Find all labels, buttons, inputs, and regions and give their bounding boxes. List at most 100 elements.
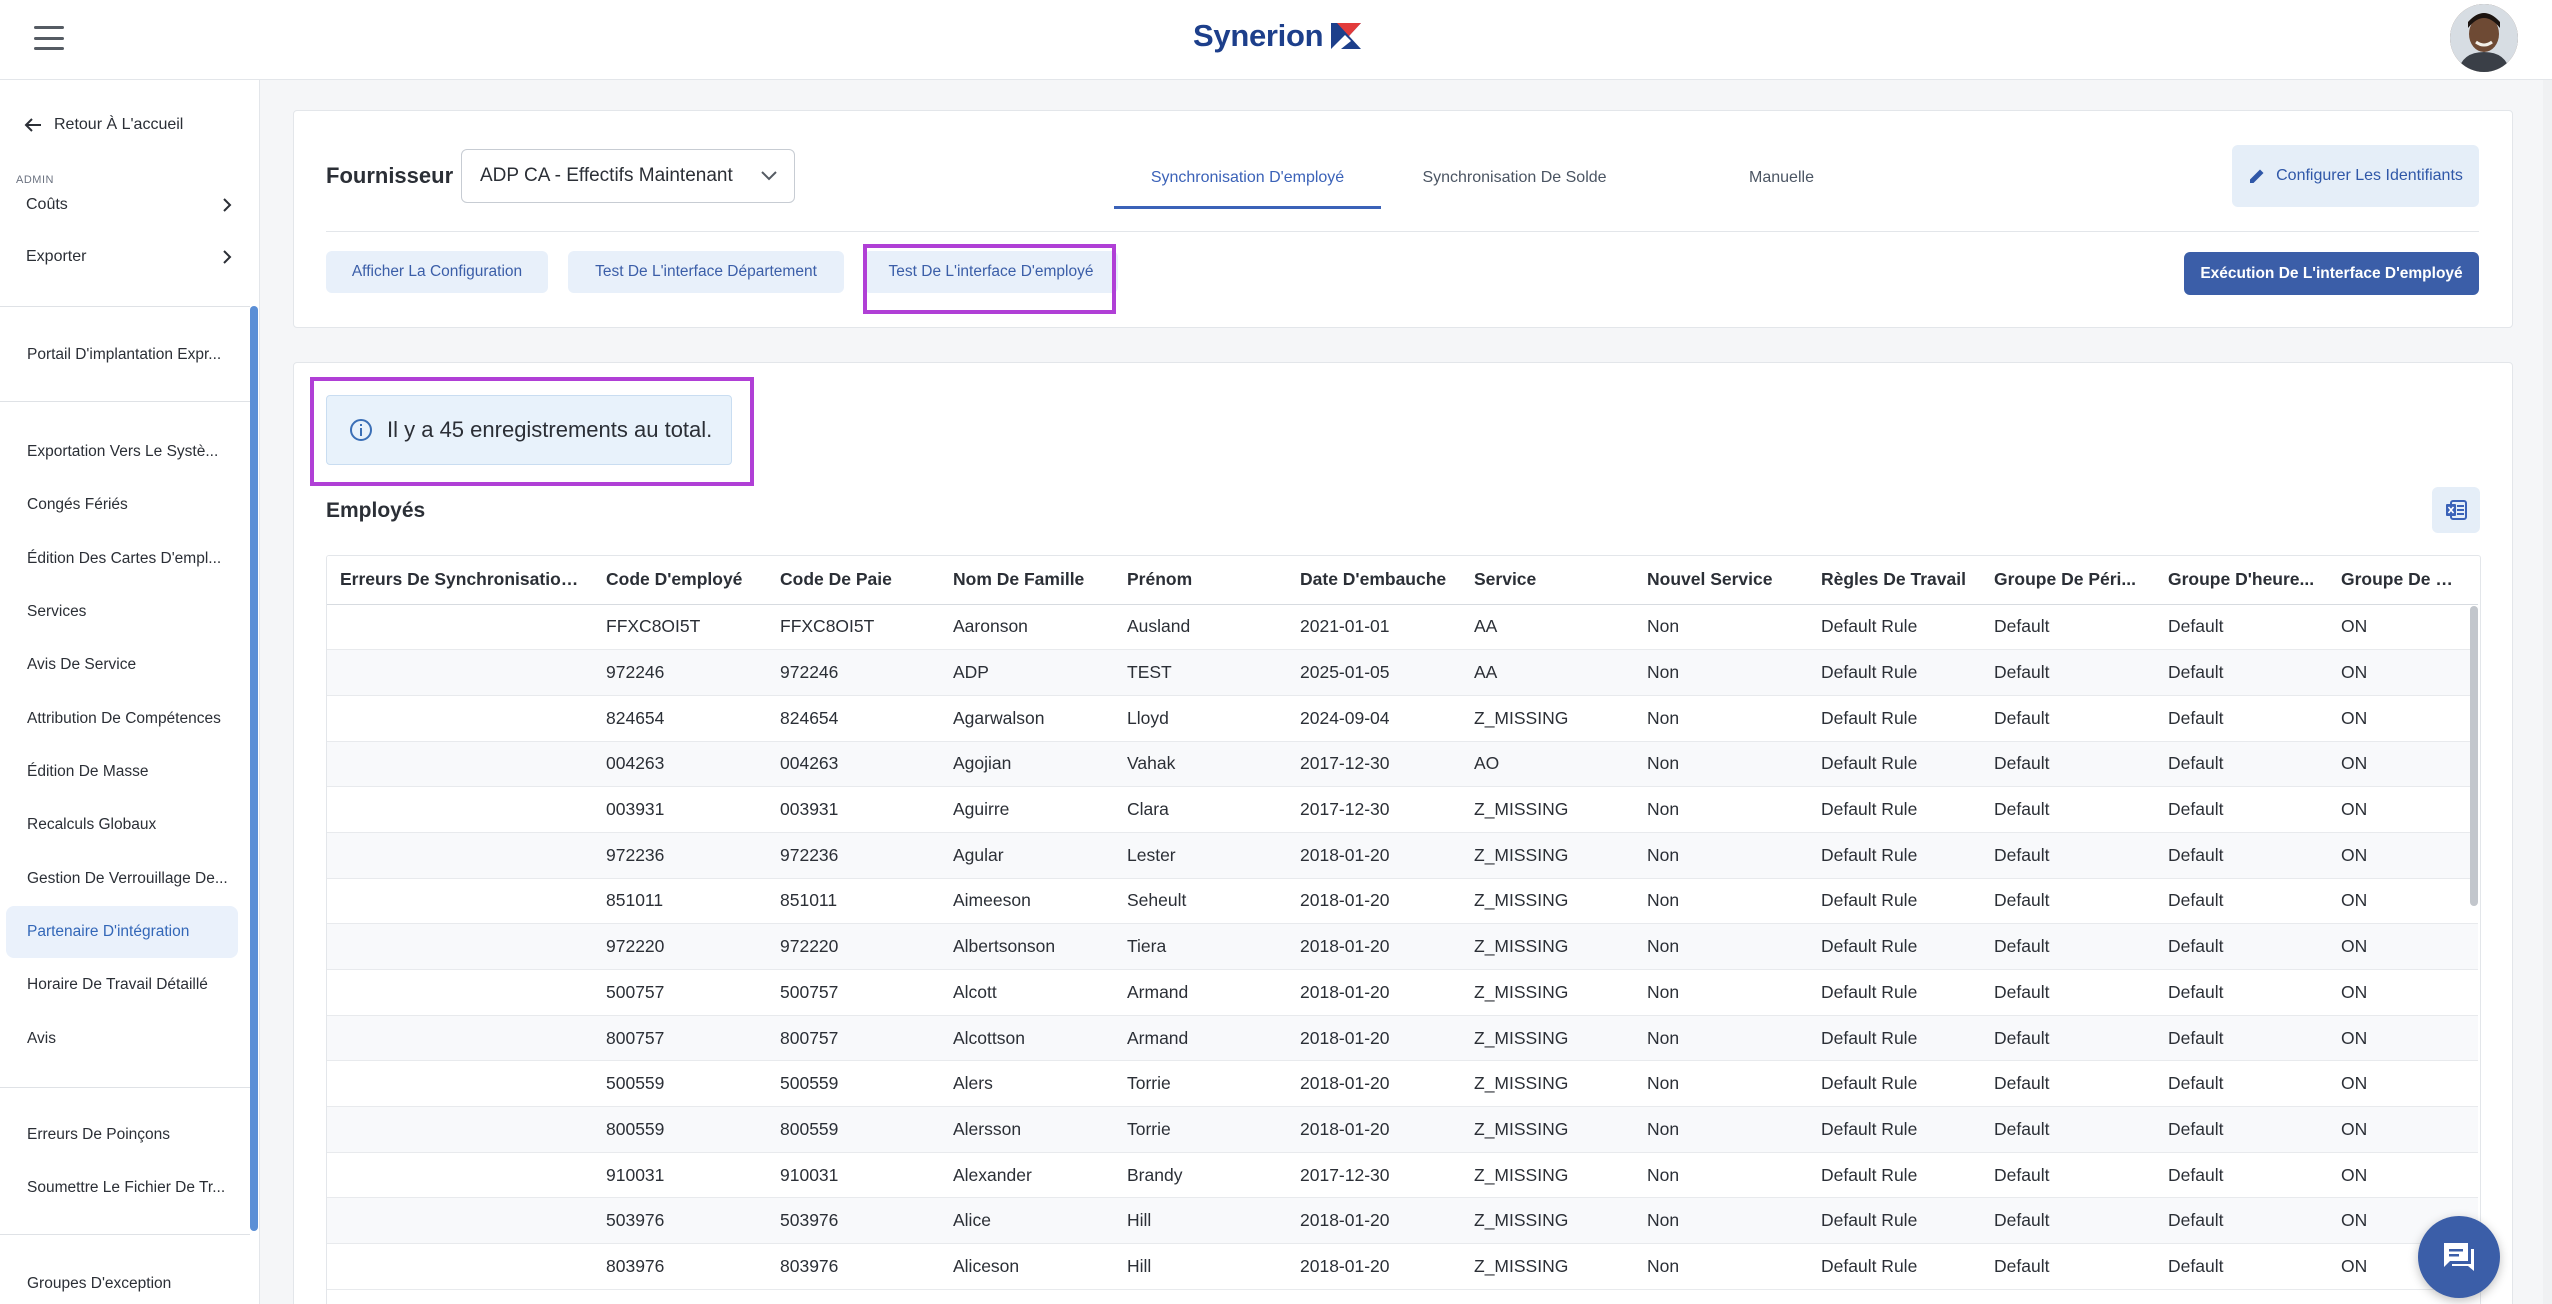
table-cell: Default Rule xyxy=(1808,832,1981,879)
export-excel-button[interactable] xyxy=(2432,487,2480,533)
column-header[interactable]: Service xyxy=(1461,556,1634,605)
tab-employee-sync[interactable]: Synchronisation D'employé xyxy=(1114,147,1381,209)
table-cell: Default Rule xyxy=(1808,741,1981,788)
table-cell: Seheult xyxy=(1114,878,1287,925)
column-header[interactable]: Code De Paie xyxy=(767,556,940,605)
table-row[interactable]: 500559 500559 Alers Torrie 2018-01-20 Z_MISSI… xyxy=(327,1060,2478,1108)
back-home-link[interactable]: Retour À L'accueil xyxy=(24,116,183,134)
column-header[interactable]: Nouvel Service xyxy=(1634,556,1808,605)
table-cell: Agojian xyxy=(940,741,1114,788)
brand-logo[interactable]: Synerion xyxy=(1193,14,1363,58)
sidebar-item-groupes-exception[interactable]: Groupes D'exception xyxy=(6,1258,238,1304)
sidebar-item-avis-service[interactable]: Avis De Service xyxy=(6,639,238,691)
table-cell: Aguirre xyxy=(940,786,1114,833)
configure-credentials-button[interactable]: Configurer Les Identifiants xyxy=(2232,145,2479,207)
table-cell: Torrie xyxy=(1114,1060,1287,1108)
column-header[interactable]: Erreurs De Synchronisation... xyxy=(327,556,593,605)
table-cell: Default Rule xyxy=(1808,786,1981,833)
sidebar-item-edition-masse[interactable]: Édition De Masse xyxy=(6,746,238,798)
column-header[interactable]: Date D'embauche xyxy=(1287,556,1461,605)
table-cell xyxy=(327,1015,593,1062)
table-cell: 2018-01-20 xyxy=(1287,1243,1461,1290)
table-cell: 500559 xyxy=(593,1060,767,1108)
table-row[interactable]: 803976 803976 Aliceson Hill 2018-01-20 Z_MISS… xyxy=(327,1243,2478,1290)
table-cell: Armand xyxy=(1114,969,1287,1016)
sidebar-item-cartes[interactable]: Édition Des Cartes D'empl... xyxy=(6,533,238,585)
table-cell: 851011 xyxy=(767,878,940,925)
table-row[interactable]: 972236 972236 Agular Lester 2018-01-20 Z_MISS… xyxy=(327,832,2478,879)
table-cell: Default xyxy=(1981,1152,2155,1199)
chat-button[interactable] xyxy=(2418,1216,2500,1298)
table-cell: Ausland xyxy=(1114,604,1287,651)
table-cell: 500559 xyxy=(767,1060,940,1108)
menu-icon[interactable] xyxy=(34,26,64,50)
table-cell: TEST xyxy=(1114,649,1287,696)
table-row[interactable]: 800757 800757 Alcottson Armand 2018-01-20 Z_M… xyxy=(327,1015,2478,1062)
table-cell: Default Rule xyxy=(1808,1197,1981,1245)
table-row[interactable]: 910031 910031 Alexander Brandy 2017-12-30 Z_M… xyxy=(327,1152,2478,1199)
sidebar-scrollbar[interactable] xyxy=(250,306,258,1231)
top-bar: Synerion xyxy=(0,0,2552,80)
table-cell: Default Rule xyxy=(1808,695,1981,742)
table-cell xyxy=(327,832,593,879)
sidebar-item-avis[interactable]: Avis xyxy=(6,1013,238,1065)
column-header[interactable]: Groupe De Con... xyxy=(2328,556,2478,605)
column-header[interactable]: Groupe De Péri... xyxy=(1981,556,2155,605)
execute-employee-interface-button[interactable]: Exécution De L'interface D'employé xyxy=(2184,252,2479,295)
table-row[interactable]: 003931 003931 Aguirre Clara 2017-12-30 Z_MISS… xyxy=(327,786,2478,833)
show-config-button[interactable]: Afficher La Configuration xyxy=(326,251,548,293)
table-cell: Non xyxy=(1634,695,1808,742)
table-row[interactable]: 851011 851011 Aimeeson Seheult 2018-01-20 Z_M… xyxy=(327,878,2478,925)
sidebar-item-verrouillage[interactable]: Gestion De Verrouillage De... xyxy=(6,853,238,905)
column-header[interactable]: Prénom xyxy=(1114,556,1287,605)
tab-manual[interactable]: Manuelle xyxy=(1648,147,1915,209)
sidebar-item-exportation[interactable]: Exportation Vers Le Systè... xyxy=(6,426,238,478)
sidebar-item-label: Coûts xyxy=(26,196,68,213)
sidebar-item-soumettre[interactable]: Soumettre Le Fichier De Tr... xyxy=(6,1162,238,1214)
sidebar-item-couts[interactable]: Coûts xyxy=(26,196,232,214)
sidebar-item-exporter[interactable]: Exporter xyxy=(26,248,232,266)
sidebar-item-competences[interactable]: Attribution De Compétences xyxy=(6,693,238,745)
sidebar-item-recalculs[interactable]: Recalculs Globaux xyxy=(6,799,238,851)
table-cell: ON xyxy=(2328,1152,2478,1199)
table-cell: ON xyxy=(2328,1015,2478,1062)
table-cell: Default xyxy=(1981,832,2155,879)
table-cell: Armand xyxy=(1114,1015,1287,1062)
table-row[interactable]: FFXC8OI5T FFXC8OI5T Aaronson Ausland 2021-01… xyxy=(327,604,2478,651)
column-header[interactable]: Code D'employé xyxy=(593,556,767,605)
sidebar-item-conges[interactable]: Congés Fériés xyxy=(6,479,238,531)
table-row[interactable]: 503976 503976 Alice Hill 2018-01-20 Z_MISSING… xyxy=(327,1197,2478,1245)
table-cell: Default xyxy=(1981,923,2155,970)
table-row[interactable]: 972246 972246 ADP TEST 2025-01-05 AA Non Defaul… xyxy=(327,649,2478,696)
user-avatar[interactable] xyxy=(2450,4,2518,72)
table-cell: ON xyxy=(2328,741,2478,788)
sidebar-item-services[interactable]: Services xyxy=(6,586,238,638)
table-cell: Z_MISSING xyxy=(1461,832,1634,879)
column-header[interactable]: Nom De Famille xyxy=(940,556,1114,605)
page-scrollbar[interactable] xyxy=(2543,80,2552,1304)
table-row[interactable]: 500757 500757 Alcott Armand 2018-01-20 Z_MISS… xyxy=(327,969,2478,1016)
sidebar-item-erreurs-poincons[interactable]: Erreurs De Poinçons xyxy=(6,1109,238,1161)
table-cell xyxy=(327,1060,593,1108)
table-cell xyxy=(327,1197,593,1245)
sidebar-item-portail[interactable]: Portail D'implantation Expr... xyxy=(6,329,238,381)
table-cell: Non xyxy=(1634,923,1808,970)
sidebar-item-horaire[interactable]: Horaire De Travail Détaillé xyxy=(6,959,238,1011)
table-row[interactable]: 972220 972220 Albertsonson Tiera 2018-01-20 Z… xyxy=(327,923,2478,970)
table-row[interactable]: 004263 004263 Agojian Vahak 2017-12-30 AO Non D… xyxy=(327,741,2478,788)
table-cell: 972246 xyxy=(593,649,767,696)
column-header[interactable]: Règles De Travail xyxy=(1808,556,1981,605)
table-cell: ON xyxy=(2328,923,2478,970)
test-department-button[interactable]: Test De L'interface Département xyxy=(568,251,844,293)
table-row[interactable]: 800559 800559 Alersson Torrie 2018-01-20 Z_MI… xyxy=(327,1106,2478,1153)
column-header[interactable]: Groupe D'heure... xyxy=(2155,556,2328,605)
tab-balance-sync[interactable]: Synchronisation De Solde xyxy=(1381,147,1648,209)
sidebar-item-partenaire[interactable]: Partenaire D'intégration xyxy=(6,906,238,958)
table-cell: Z_MISSING xyxy=(1461,1015,1634,1062)
table-cell xyxy=(327,1106,593,1153)
table-cell: 004263 xyxy=(593,741,767,788)
provider-select[interactable]: ADP CA - Effectifs Maintenant xyxy=(461,149,795,203)
table-scrollbar[interactable] xyxy=(2470,606,2478,906)
table-row[interactable]: 824654 824654 Agarwalson Lloyd 2024-09-04 Z_M… xyxy=(327,695,2478,742)
table-cell: 2021-01-01 xyxy=(1287,604,1461,651)
